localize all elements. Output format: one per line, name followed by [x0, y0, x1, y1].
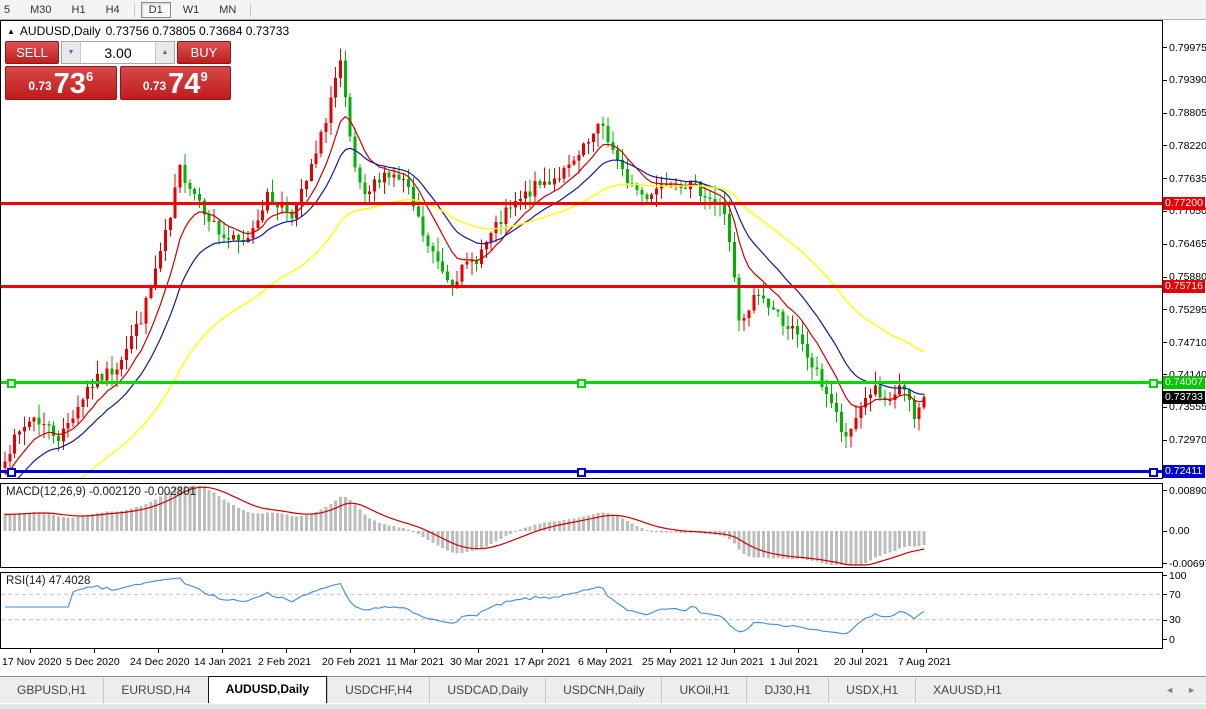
volume-decrease-button[interactable]: ▼ — [62, 42, 81, 63]
price-tick-label: 0.74710 — [1163, 336, 1206, 349]
tab-dj30-h1[interactable]: DJ30,H1 — [746, 678, 828, 703]
volume-control: ▼ ▲ — [61, 41, 175, 64]
price-level-tag: 0.73733 — [1163, 390, 1205, 404]
volume-input[interactable] — [81, 42, 155, 63]
tab-usdcad-daily[interactable]: USDCAD,Daily — [429, 678, 545, 703]
tab-xauusd-h1[interactable]: XAUUSD,H1 — [915, 678, 1019, 703]
tab-eurusd-h4[interactable]: EURUSD,H4 — [103, 678, 207, 703]
date-label: 25 May 2021 — [642, 656, 703, 668]
buy-price-display[interactable]: 0.73 74 9 — [119, 66, 231, 100]
chart-ohlc-values: 0.73756 0.73805 0.73684 0.73733 — [105, 24, 290, 38]
buy-price-pip: 9 — [200, 69, 208, 84]
price-level-tag: 0.75716 — [1163, 279, 1205, 293]
rsi-label: RSI(14) 47.4028 — [6, 575, 91, 587]
price-level-tag: 0.74007 — [1163, 375, 1205, 389]
price-tick-label: 0.78220 — [1163, 139, 1206, 152]
tab-ukoil-h1[interactable]: UKOil,H1 — [661, 678, 746, 703]
date-label: 30 Mar 2021 — [450, 656, 509, 668]
macd-tick-label: 0.008903 — [1163, 484, 1206, 497]
price-tick-label: 0.76465 — [1163, 238, 1206, 251]
buy-price-main: 74 — [168, 68, 201, 100]
line-handle[interactable] — [1149, 468, 1158, 477]
sell-button[interactable]: SELL — [5, 41, 59, 64]
tabs-scroll-left-icon[interactable]: ◄ — [1165, 685, 1174, 695]
date-label: 17 Nov 2020 — [2, 656, 62, 668]
date-label: 14 Jan 2021 — [194, 656, 252, 668]
rsi-tick-label: 30 — [1163, 614, 1181, 627]
timeframe-button-5[interactable]: 5 — [0, 2, 18, 18]
status-strip — [0, 703, 1206, 709]
price-tick-label: 0.75295 — [1163, 303, 1206, 316]
price-tick-label: 0.77635 — [1163, 172, 1206, 185]
tab-usdcnh-daily[interactable]: USDCNH,Daily — [545, 678, 661, 703]
rsi-plot — [1, 573, 1162, 653]
collapse-arrow-icon[interactable]: ▲ — [7, 27, 15, 36]
tab-usdchf-h4[interactable]: USDCHF,H4 — [327, 678, 429, 703]
price-level-tag: 0.72411 — [1163, 464, 1205, 478]
date-label: 7 Aug 2021 — [898, 656, 952, 668]
line-handle[interactable] — [577, 379, 586, 388]
sell-price-main: 73 — [53, 68, 86, 100]
mt4-window: 5 M30 H1 H4 D1 W1 MN ▲ AUDUSD,Daily 0.73756 0.… — [0, 0, 1206, 709]
chart-tabs-bar: GBPUSD,H1 ◄ ► EURUSD,H4 AUDUSD,Daily USDCHF… — [0, 676, 1206, 703]
price-chart-pane[interactable]: ▲ AUDUSD,Daily 0.73756 0.73805 0.73684 0… — [0, 20, 1163, 532]
chart-symbol: AUDUSD,Daily — [19, 24, 101, 38]
line-handle[interactable] — [1149, 379, 1158, 388]
macd-indicator-pane[interactable]: MACD(12,26,9) -0.002120 -0.002801 — [0, 483, 1163, 568]
date-label: 20 Jul 2021 — [834, 656, 889, 668]
date-label: 2 Feb 2021 — [258, 656, 312, 668]
sell-price-pip: 6 — [85, 69, 94, 84]
line-handle[interactable] — [577, 468, 586, 477]
tabs-scroll-right-icon[interactable]: ► — [1187, 685, 1196, 695]
price-tick-label: 0.72970 — [1163, 434, 1206, 447]
tab-gbpusd-h1[interactable]: GBPUSD,H1 — [0, 678, 103, 703]
line-handle[interactable] — [7, 379, 16, 388]
toolbar-divider — [133, 2, 135, 17]
timeframe-button-mn[interactable]: MN — [211, 2, 244, 18]
price-tick-label: 0.78805 — [1163, 107, 1206, 120]
volume-increase-button[interactable]: ▲ — [155, 42, 174, 63]
chart-title: ▲ AUDUSD,Daily 0.73756 0.73805 0.73684 0… — [7, 24, 289, 38]
tab-usdx-h1[interactable]: USDX,H1 — [828, 678, 915, 703]
macd-tick-label: 0.00 — [1163, 525, 1189, 538]
date-label: 12 Jun 2021 — [706, 656, 764, 668]
rsi-tick-label: 70 — [1163, 588, 1181, 601]
date-label: 20 Feb 2021 — [322, 656, 381, 668]
rsi-indicator-pane[interactable]: RSI(14) 47.4028 — [0, 572, 1163, 649]
buy-button[interactable]: BUY — [177, 41, 231, 64]
rsi-tick-label: 0 — [1163, 633, 1175, 646]
date-label: 1 Jul 2021 — [770, 656, 819, 668]
date-label: 11 Mar 2021 — [386, 656, 445, 668]
horizontal-line-0.772[interactable] — [1, 202, 1162, 205]
timeframe-button-h4[interactable]: H4 — [98, 2, 128, 18]
price-axis[interactable]: 0.79975 0.79390 0.78805 0.78220 0.77635 0.770… — [1163, 20, 1206, 650]
tab-audusd-daily[interactable]: AUDUSD,Daily — [207, 676, 328, 703]
sell-price-display[interactable]: 0.73 73 6 — [5, 66, 117, 100]
date-label: 17 Apr 2021 — [514, 656, 571, 668]
sell-price-prefix: 0.73 — [28, 79, 52, 93]
rsi-tick-label: 100 — [1163, 569, 1187, 582]
price-tick-label: 0.79390 — [1163, 74, 1206, 87]
date-label: 5 Dec 2020 — [66, 656, 120, 668]
timeframe-button-m30[interactable]: M30 — [22, 2, 59, 18]
timeframe-button-w1[interactable]: W1 — [175, 2, 208, 18]
price-level-tag: 0.77200 — [1163, 196, 1205, 210]
timeframe-toolbar: 5 M30 H1 H4 D1 W1 MN — [0, 0, 1206, 20]
one-click-trading-panel: SELL ▼ ▲ BUY 0.73 73 6 0.73 74 9 — [5, 41, 231, 100]
horizontal-line-0.75716[interactable] — [1, 285, 1162, 288]
date-label: 24 Dec 2020 — [130, 656, 190, 668]
timeframe-button-d1[interactable]: D1 — [140, 1, 171, 18]
date-label: 6 May 2021 — [578, 656, 633, 668]
macd-label: MACD(12,26,9) -0.002120 -0.002801 — [6, 486, 196, 498]
timeframe-button-h1[interactable]: H1 — [64, 2, 94, 18]
price-tick-label: 0.79975 — [1163, 41, 1206, 54]
line-handle[interactable] — [7, 468, 16, 477]
toolbar-divider — [250, 2, 252, 17]
buy-price-prefix: 0.73 — [142, 79, 167, 93]
